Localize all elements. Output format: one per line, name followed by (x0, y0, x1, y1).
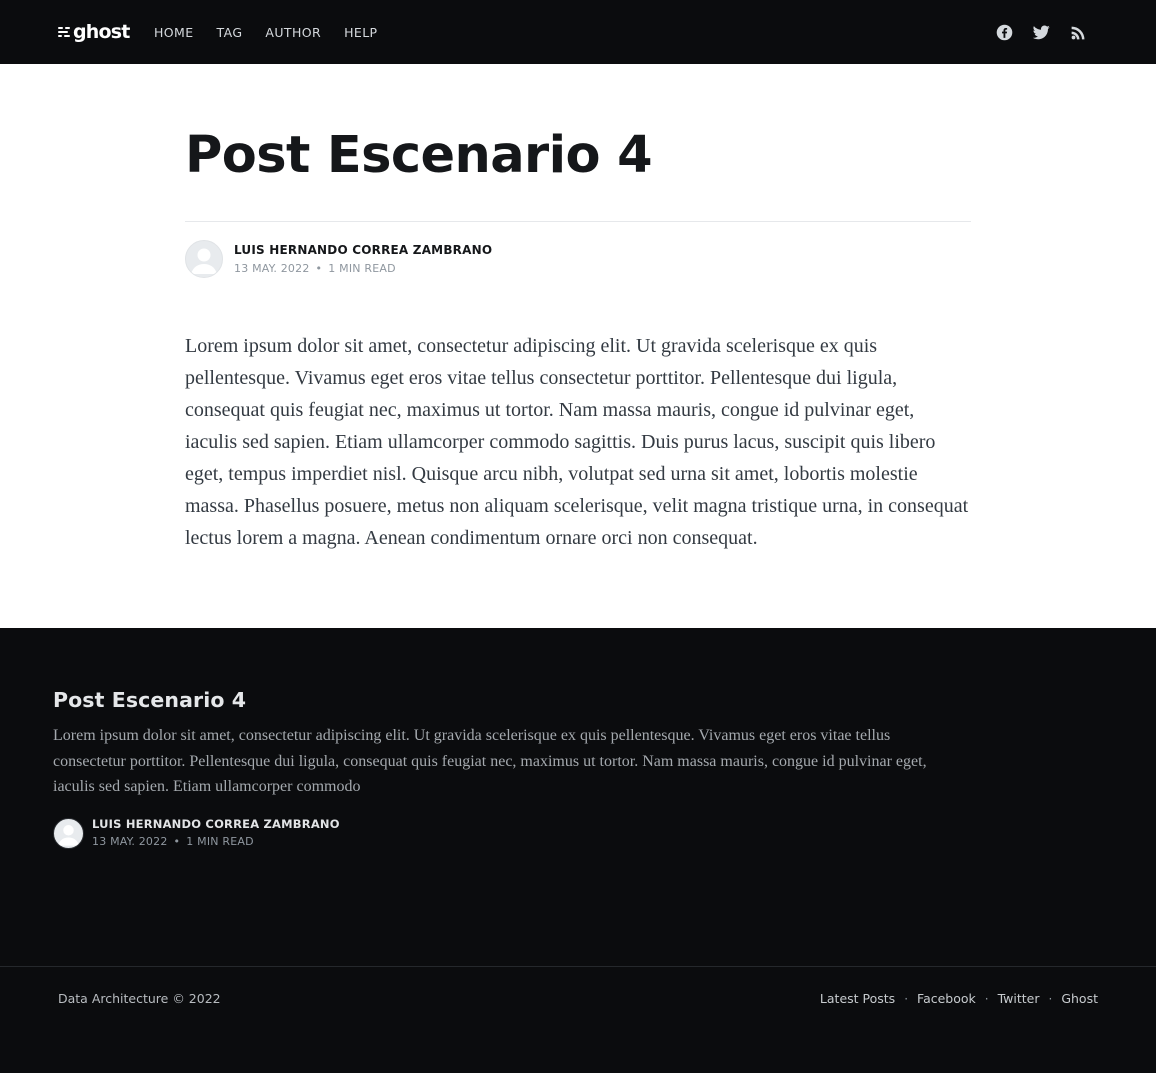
related-author-link[interactable]: LUIS HERNANDO CORREA ZAMBRANO (92, 817, 340, 832)
footer-separator: · (984, 991, 989, 1006)
footer-nav: Latest Posts · Facebook · Twitter · Ghos… (820, 991, 1098, 1006)
avatar[interactable] (53, 817, 84, 849)
post-date: 13 MAY. 2022 (234, 261, 310, 275)
related-section: Post Escenario 4 Lorem ipsum dolor sit a… (0, 628, 1156, 1073)
site-header: ghost HOME TAG AUTHOR HELP (0, 0, 1156, 64)
user-icon (191, 248, 217, 274)
site-title-link[interactable]: Data Architecture © 2022 (58, 991, 221, 1006)
logo-text: ghost (73, 21, 130, 43)
article-byline: LUIS HERNANDO CORREA ZAMBRANO 13 MAY. 20… (185, 240, 492, 278)
user-icon (58, 824, 79, 846)
nav-home[interactable]: HOME (154, 25, 194, 40)
footer-copyright: Data Architecture © 2022 (58, 991, 221, 1006)
meta-separator: • (315, 261, 323, 275)
meta-separator: • (173, 835, 181, 848)
related-read-time: 1 MIN READ (186, 835, 254, 848)
related-post-title[interactable]: Post Escenario 4 (53, 688, 246, 712)
ghost-logo-icon (58, 26, 70, 38)
footer-separator: · (1048, 991, 1053, 1006)
nav-author[interactable]: AUTHOR (265, 25, 321, 40)
related-post-meta: 13 MAY. 2022 • 1 MIN READ (92, 834, 340, 849)
footer-link-facebook[interactable]: Facebook (917, 991, 976, 1006)
read-time: 1 MIN READ (328, 261, 396, 275)
footer-link-twitter[interactable]: Twitter (998, 991, 1040, 1006)
avatar[interactable] (185, 240, 223, 278)
ghost-logo[interactable]: ghost (58, 20, 130, 44)
post-content: Lorem ipsum dolor sit amet, consectetur … (185, 335, 969, 549)
related-byline-text: LUIS HERNANDO CORREA ZAMBRANO 13 MAY. 20… (92, 817, 340, 849)
post-meta: 13 MAY. 2022 • 1 MIN READ (234, 261, 492, 277)
related-byline: LUIS HERNANDO CORREA ZAMBRANO 13 MAY. 20… (53, 817, 340, 849)
byline-text: LUIS HERNANDO CORREA ZAMBRANO 13 MAY. 20… (234, 242, 492, 277)
twitter-icon[interactable] (1031, 22, 1051, 42)
social-links (977, 22, 1088, 42)
related-post-date: 13 MAY. 2022 (92, 835, 168, 848)
footer-divider (0, 966, 1156, 967)
nav-help[interactable]: HELP (344, 25, 377, 40)
footer-separator: · (904, 991, 909, 1006)
title-divider (185, 221, 971, 222)
facebook-icon[interactable] (994, 22, 1014, 42)
nav-tag[interactable]: TAG (217, 25, 243, 40)
footer-link-latest-posts[interactable]: Latest Posts (820, 991, 895, 1006)
author-link[interactable]: LUIS HERNANDO CORREA ZAMBRANO (234, 242, 492, 258)
main-nav: HOME TAG AUTHOR HELP (154, 0, 401, 64)
page-title: Post Escenario 4 (185, 126, 653, 185)
related-post-excerpt[interactable]: Lorem ipsum dolor sit amet, consectetur … (53, 723, 943, 800)
rss-icon[interactable] (1068, 22, 1088, 42)
footer-link-ghost[interactable]: Ghost (1061, 991, 1098, 1006)
